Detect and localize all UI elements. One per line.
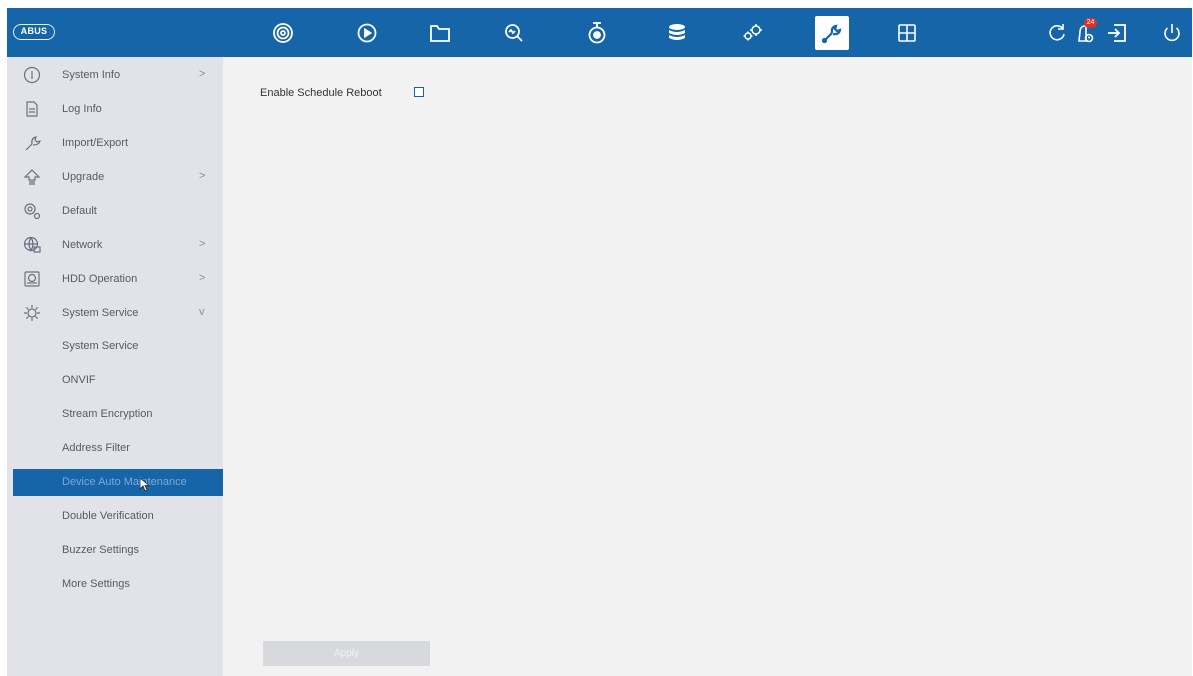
alarm-icon[interactable]: 24 <box>1069 16 1103 50</box>
storage-icon[interactable] <box>660 16 694 50</box>
sidebar-item-label: Log Info <box>62 103 102 115</box>
brand-logo: ABUS <box>13 24 55 40</box>
playback-icon[interactable] <box>350 16 384 50</box>
hdd-icon <box>24 271 40 287</box>
submenu-item-double-verification[interactable]: Double Verification <box>7 500 223 534</box>
submenu-item-stream-encryption[interactable]: Stream Encryption <box>7 398 223 432</box>
submenu-item-label: Stream Encryption <box>62 408 153 420</box>
submenu-item-buzzer-settings[interactable]: Buzzer Settings <box>7 534 223 568</box>
submenu-item-label: Buzzer Settings <box>62 544 140 556</box>
submenu-item-more-settings[interactable]: More Settings <box>7 568 223 602</box>
chevron-right-icon: > <box>199 170 206 182</box>
log-icon <box>26 101 38 117</box>
camera-icon[interactable] <box>580 16 614 50</box>
sidebar-item-label: Upgrade <box>62 171 105 183</box>
sidebar-item-upgrade[interactable]: Upgrade > <box>7 160 223 194</box>
default-icon <box>24 203 41 220</box>
smart-search-icon[interactable] <box>497 16 531 50</box>
chevron-right-icon: > <box>199 68 206 80</box>
sidebar-item-label: System Info <box>62 69 121 81</box>
chevron-right-icon: > <box>199 272 206 284</box>
sidebar-item-label: HDD Operation <box>62 273 138 285</box>
submenu-item-label: Device Auto Maintenance <box>62 476 187 488</box>
submenu-item-device-auto-maintenance[interactable]: Device Auto Maintenance <box>13 469 223 496</box>
network-icon <box>23 236 41 253</box>
sidebar-item-hdd-operation[interactable]: HDD Operation > <box>7 262 223 296</box>
apply-button[interactable]: Apply <box>263 641 430 666</box>
sidebar-item-network[interactable]: Network > <box>7 228 223 262</box>
upgrade-icon <box>23 169 41 185</box>
info-icon <box>23 66 41 84</box>
sidebar-item-label: System Service <box>62 307 139 319</box>
file-management-icon[interactable] <box>423 16 457 50</box>
submenu-item-onvif[interactable]: ONVIF <box>7 364 223 398</box>
enable-schedule-reboot-checkbox[interactable] <box>414 87 424 97</box>
submenu-item-label: Address Filter <box>62 442 130 454</box>
sidebar-item-label: Import/Export <box>62 137 129 149</box>
alarm-count-badge: 24 <box>1084 18 1097 28</box>
sidebar-item-label: Default <box>62 205 97 217</box>
chevron-down-icon: v <box>199 306 205 318</box>
top-navigation-bar: ABUS 24 <box>7 8 1192 57</box>
chevron-right-icon: > <box>199 238 206 250</box>
submenu-item-label: Double Verification <box>62 510 154 522</box>
submenu-item-label: More Settings <box>62 578 130 590</box>
submenu-item-label: ONVIF <box>62 374 96 386</box>
system-service-icon <box>24 305 40 321</box>
live-view-icon[interactable] <box>266 16 300 50</box>
sidebar-item-system-info[interactable]: System Info > <box>7 58 223 92</box>
import-export-icon <box>25 136 41 151</box>
power-icon[interactable] <box>1155 16 1189 50</box>
app-window: ABUS 24 System Info > Log Info Import/Ex… <box>7 8 1192 676</box>
multi-screen-icon[interactable] <box>890 16 924 50</box>
sidebar-item-label: Network <box>62 239 103 251</box>
submenu-item-label: System Service <box>62 340 139 352</box>
maintenance-icon[interactable] <box>815 16 849 50</box>
submenu-item-system-service[interactable]: System Service <box>7 330 223 364</box>
configuration-icon[interactable] <box>735 16 769 50</box>
sidebar-item-log-info[interactable]: Log Info <box>7 92 223 126</box>
sidebar-item-system-service[interactable]: System Service v <box>7 296 223 330</box>
mouse-cursor-icon <box>140 478 150 492</box>
sidebar-item-import-export[interactable]: Import/Export <box>7 126 223 160</box>
sidebar-item-default[interactable]: Default <box>7 194 223 228</box>
submenu-item-address-filter[interactable]: Address Filter <box>7 432 223 466</box>
enable-schedule-reboot-label: Enable Schedule Reboot <box>260 87 382 99</box>
sidebar-menu: System Info > Log Info Import/Export Upg… <box>7 57 223 676</box>
logout-icon[interactable] <box>1100 16 1134 50</box>
